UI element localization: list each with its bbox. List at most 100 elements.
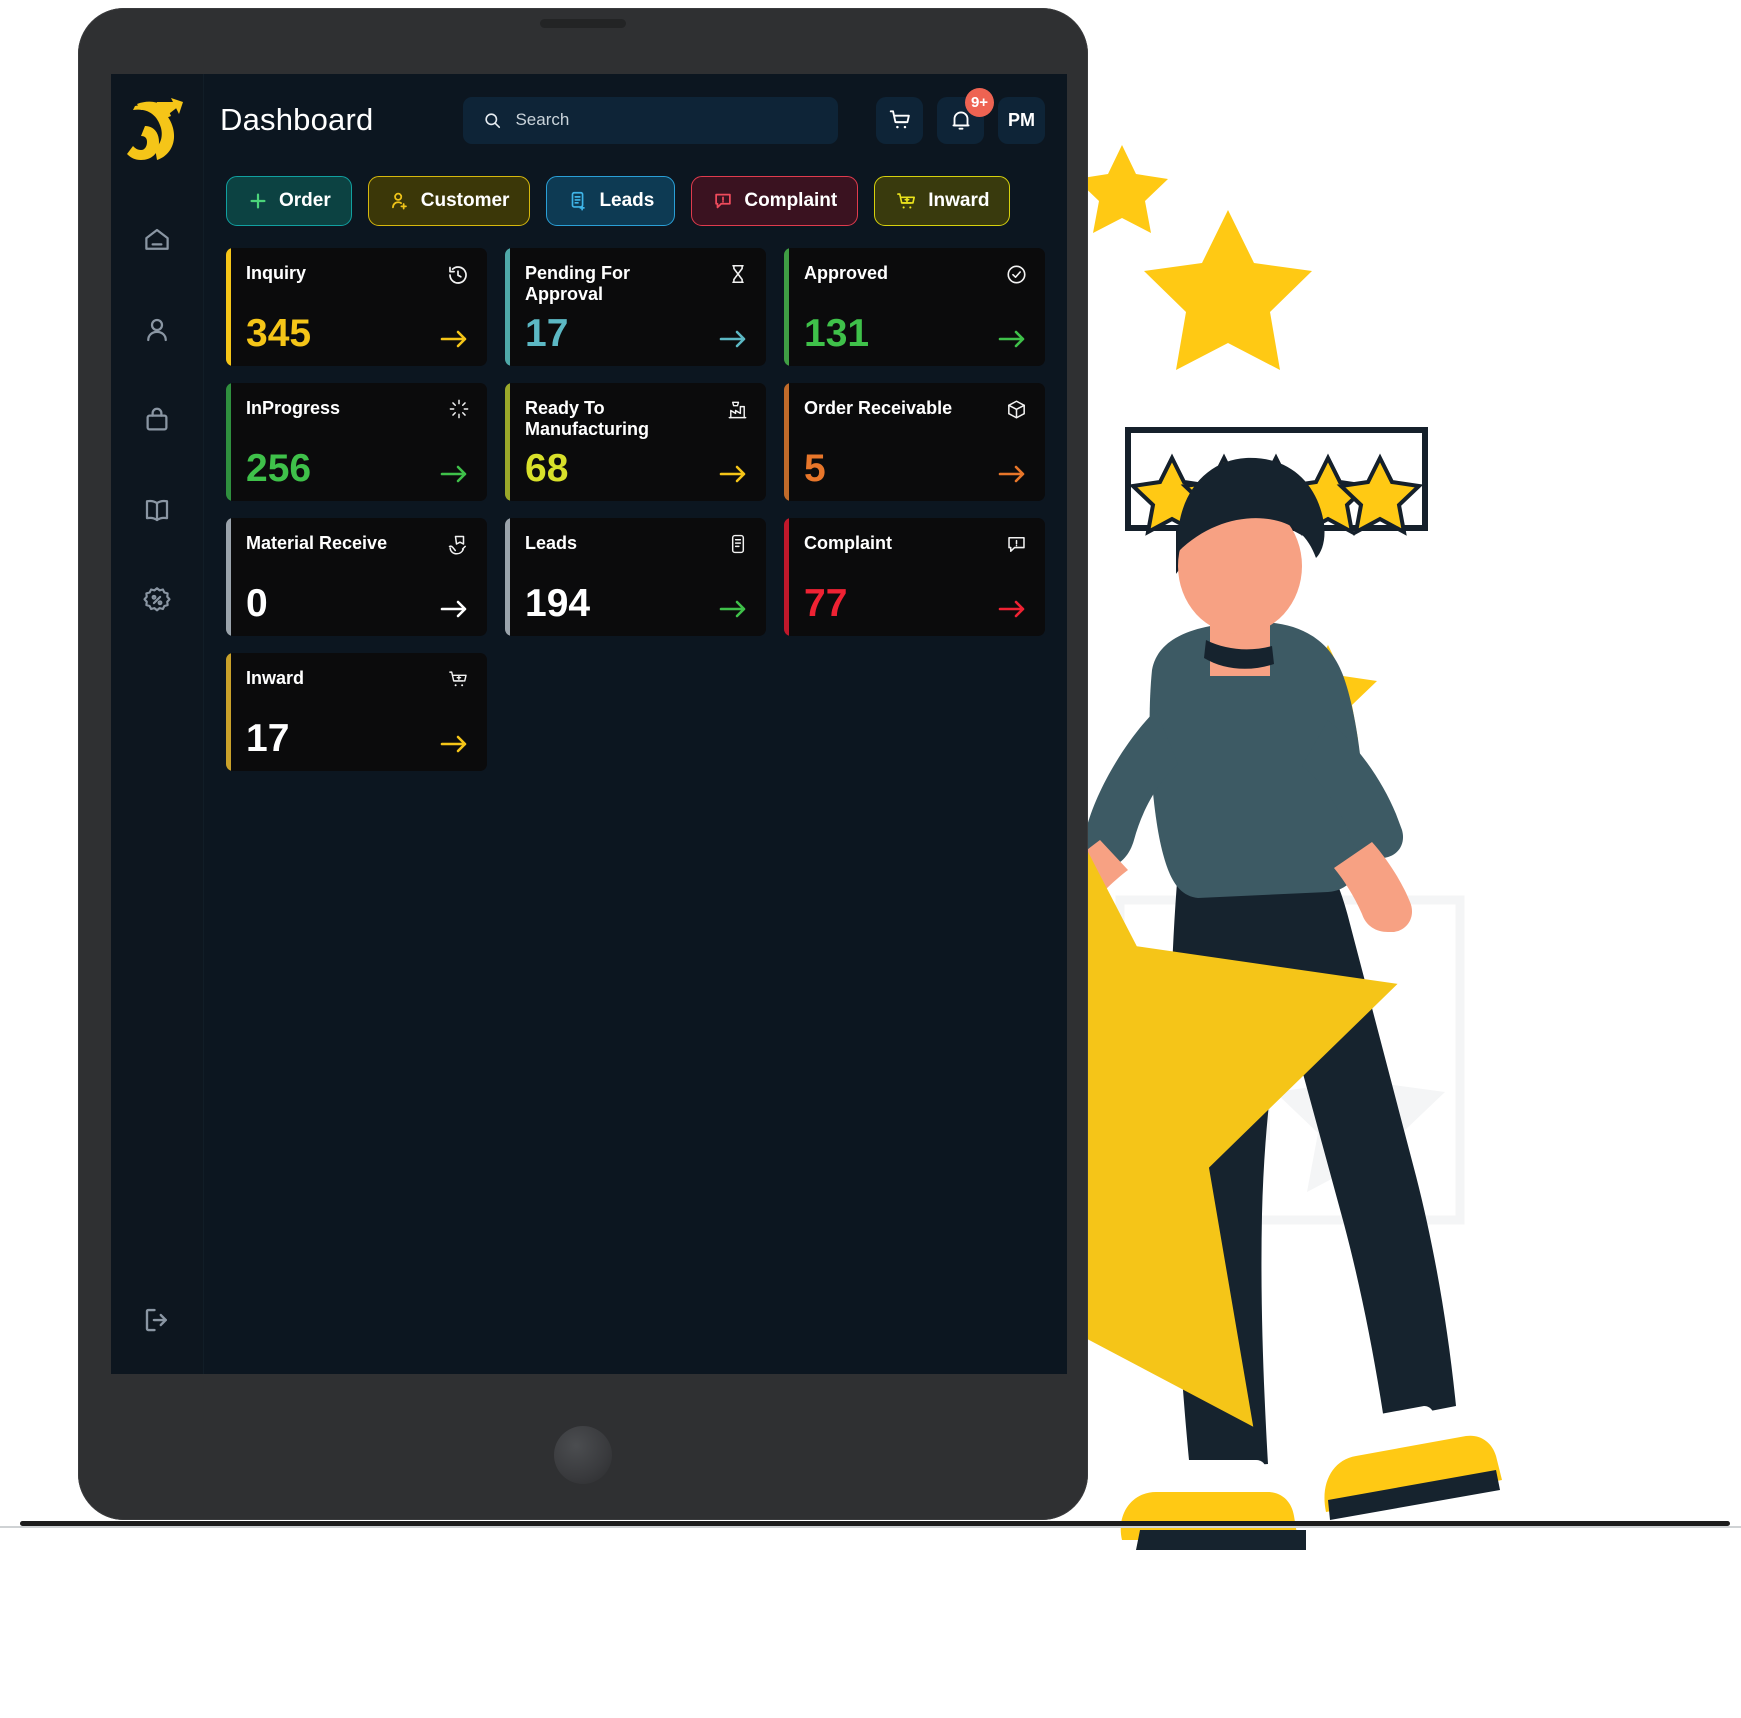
plus-icon [250,193,266,209]
logout-button[interactable] [133,1296,181,1344]
stat-card-title: Complaint [804,533,892,553]
accent-bar [505,383,510,501]
desk-surface-line [0,1526,1741,1528]
page-title: Dashboard [220,102,374,137]
chat-alert-icon [1008,537,1025,552]
stat-card-approved[interactable]: Approved 131 [784,248,1045,366]
sidebar-item-catalog[interactable] [133,486,181,534]
home-icon [145,228,169,250]
arrow-right-icon[interactable] [996,595,1028,623]
sidebar [111,74,204,1374]
stat-card-value: 194 [525,582,591,625]
stat-card-title: Order Receivable [804,398,953,418]
arrow-right-icon[interactable] [717,595,749,623]
arrow-right-icon[interactable] [996,460,1028,488]
quick-actions-row: Order Customer Leads Complaint Inward [204,166,1067,226]
quick-action-leads[interactable]: Leads [546,176,676,226]
history-icon [449,266,467,284]
topbar-actions: 9+ PM [876,87,1045,144]
stat-card-inquiry[interactable]: Inquiry 345 [226,248,487,366]
inward-cart-icon [897,192,916,208]
check-circle-icon [1007,265,1026,284]
stat-card-ready-to-manufacturing[interactable]: Ready To Manufacturing 68 [505,383,766,501]
arrow-right-icon[interactable] [996,325,1028,353]
notifications-button[interactable]: 9+ [937,87,994,144]
stat-card-inprogress[interactable]: InProgress 256 [226,383,487,501]
app-screen: Dashboard Search 9+ PM Order Customer Le… [111,74,1067,1374]
person-illustration [1060,457,1502,1550]
user-icon [147,318,167,342]
avatar[interactable]: PM [998,96,1045,144]
arrow-right-icon[interactable] [438,730,470,758]
stat-card-material-receive[interactable]: Material Receive 0 [226,518,487,636]
main-content: Dashboard Search 9+ PM Order Customer Le… [204,74,1067,1374]
stat-card-leads[interactable]: Leads 194 [505,518,766,636]
leads-doc-icon [572,191,586,211]
user-plus-icon [391,192,407,210]
stat-card-value: 5 [804,447,826,490]
stat-card-title: Approved [804,263,889,283]
arrow-right-icon[interactable] [438,460,470,488]
sidebar-item-home[interactable] [133,216,181,264]
stat-card-value: 256 [246,447,312,490]
accent-bar [784,383,789,501]
quick-action-customer[interactable]: Customer [367,176,531,226]
accent-bar [226,248,231,366]
bag-icon [146,407,168,431]
screenshot-root: Dashboard Search 9+ PM Order Customer Le… [0,0,1741,1718]
sidebar-item-users[interactable] [133,306,181,354]
sidebar-nav [133,216,181,624]
arrow-right-icon[interactable] [717,460,749,488]
quick-action-label: Complaint [744,190,838,211]
factory-icon [728,401,747,419]
stat-card-value: 131 [804,312,870,355]
quick-action-label: Inward [928,190,990,211]
quick-action-order[interactable]: Order [226,176,352,226]
accent-bar [226,383,231,501]
stat-card-order-receivable[interactable]: Order Receivable 5 [784,383,1045,501]
brand-logo[interactable] [125,94,189,164]
percent-badge-icon [143,587,171,612]
spinner-icon [449,399,469,419]
big-star [1060,797,1398,1427]
stat-card-complaint[interactable]: Complaint 77 [784,518,1045,636]
cart-plus-icon [449,671,467,687]
hourglass-icon [732,264,744,284]
accent-bar [226,653,231,771]
stat-card-value: 17 [246,717,290,760]
decorative-illustration [1060,145,1502,1550]
arrow-right-icon[interactable] [438,595,470,623]
cart-button[interactable] [876,96,923,144]
front-camera [540,19,626,28]
logout-icon [145,1308,167,1332]
rating-bubble [1125,427,1428,574]
stat-card-value: 345 [246,312,312,355]
stat-card-inward[interactable]: Inward 17 [226,653,487,771]
stat-card-value: 68 [525,447,569,490]
quick-action-inward[interactable]: Inward [874,176,1011,226]
stat-card-title: InProgress [246,398,341,418]
accent-bar [784,518,789,636]
stat-card-pending-for-approval[interactable]: Pending For Approval 17 [505,248,766,366]
stat-card-value: 17 [525,312,569,355]
search-input[interactable] [515,110,819,130]
sidebar-item-offers[interactable] [133,576,181,624]
accent-bar [505,518,510,636]
stat-card-title: Leads [525,533,578,553]
home-button[interactable] [554,1426,612,1484]
sidebar-item-orders[interactable] [133,396,181,444]
search-icon [485,112,501,128]
stat-card-value: 0 [246,582,268,625]
search-box[interactable] [463,96,839,144]
book-icon [145,499,169,522]
complaint-icon [715,193,732,209]
stat-card-title: Pending For Approval [525,263,630,305]
arrow-right-icon[interactable] [717,325,749,353]
stat-card-title: Inward [246,668,305,688]
list-doc-icon [731,534,745,554]
stat-card-value: 77 [804,582,848,625]
cart-icon [889,110,910,129]
quick-action-complaint[interactable]: Complaint [691,176,859,226]
arrow-right-icon[interactable] [438,325,470,353]
box-icon [1008,400,1025,419]
